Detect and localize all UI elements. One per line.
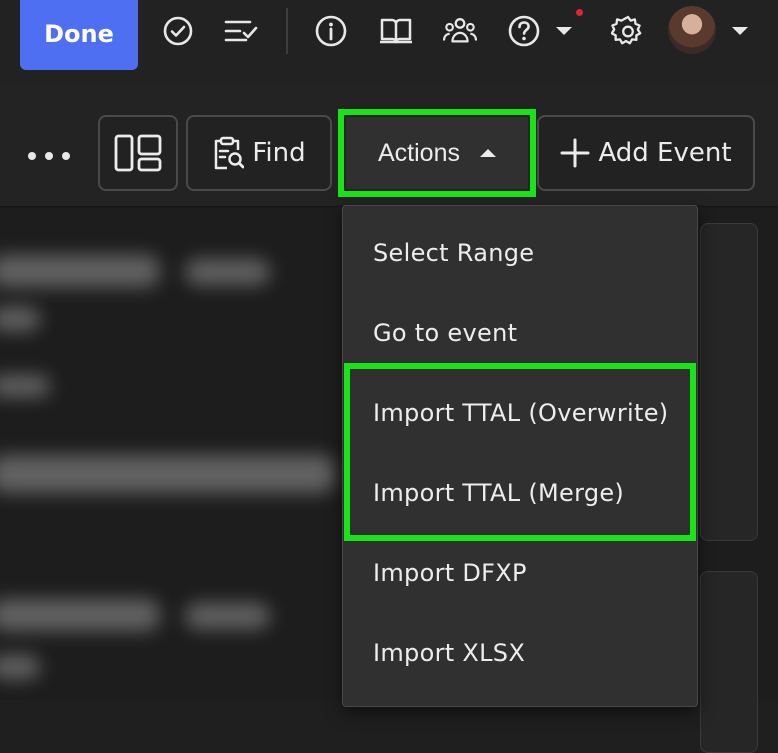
- actions-label: Actions: [378, 138, 460, 167]
- info-icon[interactable]: [314, 14, 348, 48]
- users-icon[interactable]: [443, 14, 477, 48]
- blurred-text: [185, 603, 270, 629]
- account-chevron-down-icon[interactable]: [732, 27, 748, 35]
- blurred-text: [0, 599, 160, 631]
- user-avatar[interactable]: [668, 6, 716, 54]
- blurred-text: [0, 307, 40, 331]
- menu-item-import-xlsx[interactable]: Import XLSX: [373, 639, 525, 667]
- menu-item-go-to-event[interactable]: Go to event: [373, 319, 517, 347]
- menu-item-select-range[interactable]: Select Range: [373, 239, 534, 267]
- layout-icon: [114, 134, 162, 172]
- blurred-text: [0, 375, 50, 397]
- blurred-text: [185, 259, 270, 285]
- checklist-icon[interactable]: [224, 14, 258, 48]
- event-card: [700, 571, 758, 753]
- blurred-text: [0, 655, 40, 679]
- actions-button[interactable]: Actions: [346, 117, 528, 189]
- help-chevron-down-icon[interactable]: [556, 27, 572, 35]
- blurred-text: [0, 455, 335, 493]
- plus-icon: [560, 138, 590, 168]
- top-bar: Done: [0, 0, 778, 82]
- import-ttal-highlight-box: [344, 363, 696, 541]
- menu-item-import-dfxp[interactable]: Import DFXP: [373, 559, 527, 587]
- notification-dot: [576, 9, 583, 16]
- clipboard-search-icon: [215, 136, 245, 170]
- chevron-up-icon: [479, 149, 496, 157]
- find-label: Find: [252, 138, 306, 168]
- find-button[interactable]: Find: [186, 115, 332, 191]
- blurred-text: [0, 255, 160, 287]
- add-event-button[interactable]: Add Event: [537, 115, 755, 191]
- done-button[interactable]: Done: [20, 0, 138, 70]
- more-options-icon[interactable]: [28, 145, 79, 164]
- layout-toggle-button[interactable]: [98, 115, 178, 191]
- book-icon[interactable]: [379, 14, 413, 48]
- add-event-label: Add Event: [598, 138, 732, 168]
- settings-icon[interactable]: [611, 14, 645, 48]
- toolbar-divider: [286, 8, 288, 54]
- check-circle-icon[interactable]: [161, 14, 195, 48]
- help-icon[interactable]: [507, 14, 541, 48]
- event-card: [700, 223, 758, 541]
